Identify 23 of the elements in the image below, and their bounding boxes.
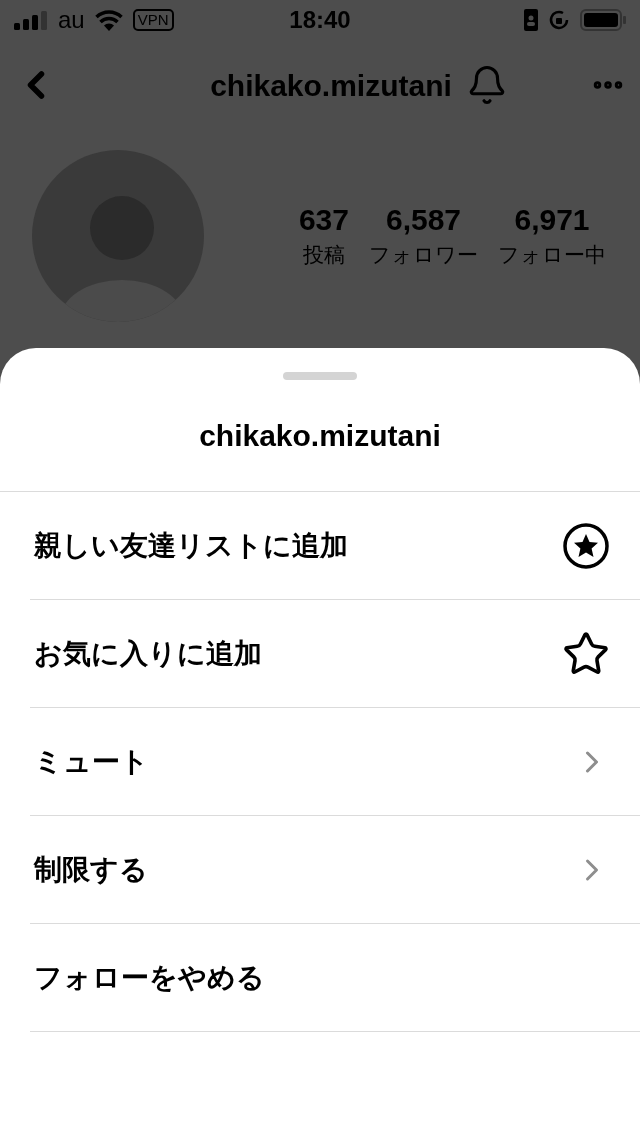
menu-item[interactable]: 親しい友達リストに追加 [30,492,640,600]
stat-value: 6,587 [385,202,462,239]
wifi-icon [94,9,123,31]
sheet-title: chikako.mizutani [199,418,441,454]
stat-value: 637 [298,202,349,239]
rotation-lock-icon [548,9,570,31]
portrait-lock-icon [524,9,538,31]
menu-item[interactable]: ミュート [30,708,640,816]
signal-icon [14,10,48,30]
star-circle-icon [562,521,610,570]
battery-icon [580,9,626,31]
stat-value: 6,971 [514,202,590,239]
menu-item[interactable]: 制限する [30,816,640,924]
profile-username: chikako.mizutani [210,67,452,104]
status-time: 18:40 [289,5,351,35]
stat-label: フォロワー [369,242,478,269]
stat-label: フォロー中 [498,242,606,269]
menu-item[interactable]: フォローをやめる [30,924,640,1032]
menu-item[interactable]: お気に入りに追加 [30,600,640,708]
vpn-badge: VPN [132,9,174,31]
sheet-handle[interactable] [283,372,357,380]
stat-label: 投稿 [302,242,345,269]
carrier-name: au [58,5,85,35]
